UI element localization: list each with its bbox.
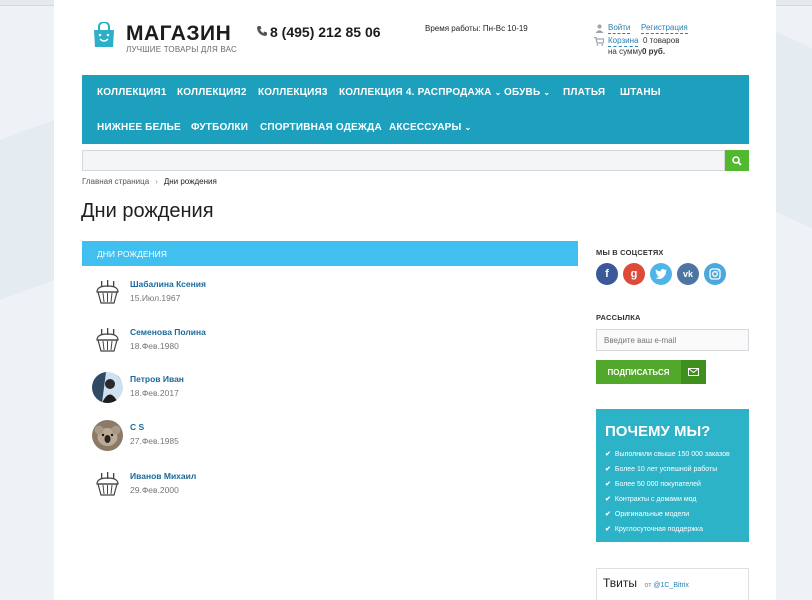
phone-icon [257, 26, 267, 36]
person-name[interactable]: Петров Иван [130, 374, 184, 384]
why-us-item: ✔ Более 10 лет успешной работы [605, 466, 718, 473]
check-icon: ✔ [605, 511, 611, 518]
check-icon: ✔ [605, 481, 611, 488]
tweets-widget: Твиты от @1C_Bitrix [596, 568, 749, 600]
nav-item-dresses[interactable]: ПЛАТЬЯ [563, 87, 605, 98]
email-field[interactable] [596, 329, 749, 351]
nav-item-shoes[interactable]: ОБУВЬ ⌄ [504, 87, 550, 98]
register-link[interactable]: Регистрация [641, 23, 688, 34]
check-icon: ✔ [605, 526, 611, 533]
why-us-item: ✔ Круглосуточная поддержка [605, 526, 704, 533]
why-us-item: ✔ Контракты с домами мод [605, 496, 697, 503]
breadcrumb-separator: › [155, 177, 158, 186]
birthdays-header: ДНИ РОЖДЕНИЯ [82, 241, 578, 266]
breadcrumb-home[interactable]: Главная страница [82, 177, 149, 186]
person-name[interactable]: Шабалина Ксения [130, 279, 206, 289]
why-us-item: ✔ Более 50 000 покупателей [605, 481, 701, 488]
twitter-icon[interactable] [650, 263, 672, 285]
cart-link[interactable]: Корзина [608, 36, 639, 47]
person-name[interactable]: Семенова Полина [130, 327, 206, 337]
cart-sum-label: на сумму [608, 47, 643, 56]
subscribe-button[interactable]: ПОДПИСАТЬСЯ [596, 360, 706, 384]
search-button[interactable] [725, 150, 749, 171]
person-name[interactable]: C S [130, 422, 144, 432]
list-item: Иванов Михаил 29.Фев.2000 [92, 469, 492, 505]
nav-item-accessories[interactable]: АКСЕССУАРЫ ⌄ [389, 122, 471, 133]
nav-item-collection3[interactable]: КОЛЛЕКЦИЯ3 [258, 87, 328, 98]
phone-number[interactable]: 8 (495) 212 85 06 [270, 24, 381, 40]
why-us-item: ✔ Выполнили свыше 150 000 заказов [605, 451, 730, 458]
nav-item-collection1[interactable]: КОЛЛЕКЦИЯ1 [97, 87, 167, 98]
person-birthdate: 27.Фев.1985 [130, 436, 179, 446]
cupcake-icon [92, 277, 123, 308]
avatar[interactable] [92, 420, 123, 451]
social-heading: МЫ В СОЦСЕТЯХ [596, 248, 664, 257]
person-name[interactable]: Иванов Михаил [130, 471, 196, 481]
page-container: МАГАЗИН ЛУЧШИЕ ТОВАРЫ ДЛЯ ВАС 8 (495) 21… [54, 0, 776, 600]
avatar[interactable] [92, 372, 123, 403]
page-title: Дни рождения [81, 200, 214, 222]
breadcrumb-current: Дни рождения [163, 177, 217, 186]
nav-item-collection2[interactable]: КОЛЛЕКЦИЯ2 [177, 87, 247, 98]
chevron-down-icon: ⌄ [543, 88, 551, 97]
user-icon [595, 24, 604, 33]
search-input[interactable] [82, 150, 725, 171]
list-item: Петров Иван 18.Фев.2017 [92, 372, 492, 408]
tweets-from-label: от [644, 582, 652, 589]
cart-count: 0 товаров [643, 36, 680, 45]
person-birthdate: 18.Фев.2017 [130, 388, 179, 398]
tweets-title: Твиты [603, 576, 638, 590]
cart-icon [594, 37, 604, 46]
google-plus-icon[interactable]: g [623, 263, 645, 285]
main-navigation: КОЛЛЕКЦИЯ1 КОЛЛЕКЦИЯ2 КОЛЛЕКЦИЯ3 КОЛЛЕКЦ… [82, 75, 749, 144]
logo-title[interactable]: МАГАЗИН [126, 22, 231, 46]
person-birthdate: 18.Фев.1980 [130, 341, 179, 351]
list-item: Шабалина Ксения 15.Июл.1967 [92, 277, 492, 313]
facebook-icon[interactable]: f [596, 263, 618, 285]
chevron-down-icon: ⌄ [464, 123, 472, 132]
chevron-down-icon: ⌄ [494, 88, 502, 97]
list-item: C S 27.Фев.1985 [92, 420, 492, 456]
nav-item-underwear[interactable]: НИЖНЕЕ БЕЛЬЕ [97, 122, 181, 133]
nav-item-pants[interactable]: ШТАНЫ [620, 87, 661, 98]
breadcrumb: Главная страница › Дни рождения [82, 177, 217, 186]
background-shape [0, 120, 54, 300]
background-shape [776, 31, 812, 229]
person-birthdate: 29.Фев.2000 [130, 485, 179, 495]
nav-item-sportswear[interactable]: СПОРТИВНАЯ ОДЕЖДА [260, 122, 382, 133]
check-icon: ✔ [605, 451, 611, 458]
cart-sum: 0 руб. [642, 47, 666, 56]
check-icon: ✔ [605, 496, 611, 503]
cupcake-icon [92, 325, 123, 356]
tweets-handle-link[interactable]: @1C_Bitrix [653, 582, 689, 589]
shopping-bag-icon [94, 22, 114, 47]
list-item: Семенова Полина 18.Фев.1980 [92, 325, 492, 361]
login-link[interactable]: Войти [608, 23, 631, 34]
logo-subtitle: ЛУЧШИЕ ТОВАРЫ ДЛЯ ВАС [126, 45, 237, 54]
working-hours: Время работы: Пн-Вс 10-19 [425, 24, 528, 33]
why-us-panel: ПОЧЕМУ МЫ? ✔ Выполнили свыше 150 000 зака… [596, 409, 749, 542]
vk-icon[interactable]: vk [677, 263, 699, 285]
why-us-item: ✔ Оригинальные модели [605, 511, 690, 518]
nav-item-collection4-sale[interactable]: КОЛЛЕКЦИЯ 4. РАСПРОДАЖА ⌄ [339, 87, 502, 98]
cupcake-icon [92, 469, 123, 500]
subscribe-label: ПОДПИСАТЬСЯ [607, 367, 670, 377]
search-icon [732, 155, 742, 166]
check-icon: ✔ [605, 466, 611, 473]
instagram-icon[interactable] [704, 263, 726, 285]
person-birthdate: 15.Июл.1967 [130, 293, 181, 303]
envelope-icon [681, 360, 706, 384]
why-us-title: ПОЧЕМУ МЫ? [605, 423, 711, 440]
newsletter-heading: РАССЫЛКА [596, 313, 641, 322]
nav-item-tshirts[interactable]: ФУТБОЛКИ [191, 122, 248, 133]
